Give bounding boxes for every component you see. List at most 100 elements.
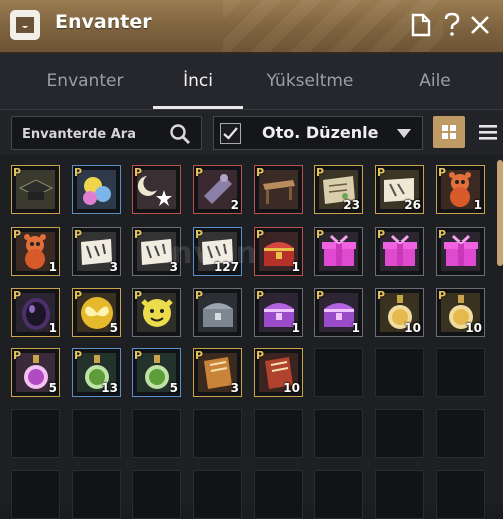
toolbar: Oto. Düzenle <box>0 110 503 155</box>
search-icon[interactable] <box>169 123 191 145</box>
inventory-item-butterfly-coin[interactable]: P5 <box>72 288 121 337</box>
document-icon[interactable] <box>409 12 433 38</box>
item-count: 1 <box>48 260 57 274</box>
list-view-button[interactable] <box>472 116 503 148</box>
scrollbar[interactable] <box>497 160 503 266</box>
item-count: 13 <box>101 381 118 395</box>
tab-inci[interactable]: İnci <box>153 53 243 109</box>
inventory-slot[interactable] <box>11 470 60 519</box>
inventory-item-purple-potion[interactable]: P5 <box>11 348 60 397</box>
inventory-item-coupon[interactable]: P3 <box>72 227 121 276</box>
premium-badge: P <box>13 289 22 302</box>
inventory-slot[interactable] <box>132 409 181 458</box>
item-count: 23 <box>343 198 360 212</box>
help-icon[interactable] <box>440 12 464 38</box>
item-count: 5 <box>109 321 118 335</box>
inventory-item-bear-figure[interactable]: P1 <box>436 165 485 214</box>
inventory-slot[interactable] <box>254 470 303 519</box>
inventory-item-black-egg[interactable]: P1 <box>11 288 60 337</box>
inventory-item-pink-gift[interactable]: P <box>375 227 424 276</box>
premium-badge: P <box>13 228 22 241</box>
item-count: 5 <box>48 381 57 395</box>
inventory-slot[interactable] <box>72 470 121 519</box>
tab-envanter[interactable]: Envanter <box>35 53 135 109</box>
inventory-slot[interactable] <box>375 409 424 458</box>
search-input[interactable] <box>20 117 164 151</box>
premium-badge: P <box>74 349 83 362</box>
watermark: inven <box>160 235 258 271</box>
inventory-slot[interactable] <box>132 470 181 519</box>
inventory-slot[interactable] <box>193 409 242 458</box>
item-count: 10 <box>404 321 421 335</box>
premium-badge: P <box>74 228 83 241</box>
inventory-slot[interactable] <box>314 470 363 519</box>
inventory-slot[interactable] <box>254 409 303 458</box>
premium-badge: P <box>134 289 143 302</box>
item-count: 2 <box>230 198 239 212</box>
inventory-slot[interactable] <box>436 470 485 519</box>
inventory-item-yellow-face[interactable]: P <box>132 288 181 337</box>
inventory-slot[interactable] <box>436 348 485 397</box>
inventory-item-scroll-map[interactable]: P 23 <box>314 165 363 214</box>
auto-sort-checkbox[interactable] <box>220 123 241 144</box>
premium-badge: P <box>377 289 386 302</box>
inventory-item-green-potion[interactable]: P 13 <box>72 348 121 397</box>
inventory-item-purple-chest[interactable]: P1 <box>314 288 363 337</box>
premium-badge: P <box>195 166 204 179</box>
inventory-item-gold-potion[interactable]: P 10 <box>436 288 485 337</box>
premium-badge: P <box>316 166 325 179</box>
inventory-item-bear-figure[interactable]: P1 <box>11 227 60 276</box>
inventory-slot[interactable] <box>314 348 363 397</box>
search-box <box>11 116 202 151</box>
inventory-slot[interactable] <box>375 348 424 397</box>
premium-badge: P <box>134 228 143 241</box>
item-count: 3 <box>230 381 239 395</box>
inventory-item-book-red[interactable]: P 10 <box>254 348 303 397</box>
tab-yukseltme[interactable]: Yükseltme <box>255 53 365 109</box>
inventory-slot[interactable] <box>436 409 485 458</box>
inventory-item-book[interactable]: P3 <box>193 348 242 397</box>
inventory-item-purple-chest[interactable]: P1 <box>254 288 303 337</box>
inventory-item-gold-potion[interactable]: P 10 <box>375 288 424 337</box>
item-count: 10 <box>283 381 300 395</box>
sort-select[interactable]: Oto. Düzenle <box>213 116 423 150</box>
inventory-item-green-potion[interactable]: P5 <box>132 348 181 397</box>
premium-badge: P <box>438 289 447 302</box>
checkmark-icon <box>223 127 238 140</box>
item-count: 1 <box>291 321 300 335</box>
inventory-slot[interactable] <box>314 409 363 458</box>
item-count: 1 <box>48 321 57 335</box>
item-count: 10 <box>465 321 482 335</box>
inventory-item-mortarboard-box[interactable]: P <box>11 165 60 214</box>
inventory-slot[interactable] <box>193 470 242 519</box>
list-view-icon <box>479 125 497 140</box>
inventory-item-wooden-table[interactable]: P <box>254 165 303 214</box>
premium-badge: P <box>74 166 83 179</box>
chevron-down-icon <box>397 129 411 138</box>
tab-aile[interactable]: Aile <box>400 53 470 109</box>
inventory-grid: P P P P 2 P P 23 P 26 P 1 P 1 P 3 P 3 P 127 P 1 P P P P 1 P 5 P P P 1 P 1 P… <box>0 155 503 519</box>
inventory-item-pink-gift[interactable]: P <box>436 227 485 276</box>
item-count: 26 <box>404 198 421 212</box>
grid-view-button[interactable] <box>433 116 465 148</box>
premium-badge: P <box>134 349 143 362</box>
close-icon[interactable] <box>468 12 492 38</box>
inventory-item-ticket[interactable]: P 26 <box>375 165 424 214</box>
inventory-slot[interactable] <box>72 409 121 458</box>
window-title: Envanter <box>55 11 152 33</box>
sort-select-label: Oto. Düzenle <box>262 123 379 142</box>
inventory-item-silver-chest[interactable]: P <box>193 288 242 337</box>
premium-badge: P <box>13 166 22 179</box>
active-tab-indicator <box>153 106 243 109</box>
inventory-item-moon-star[interactable]: P <box>132 165 181 214</box>
inventory-item-chick-egg[interactable]: P <box>72 165 121 214</box>
inventory-slot[interactable] <box>11 409 60 458</box>
premium-badge: P <box>74 289 83 302</box>
inventory-slot[interactable] <box>375 470 424 519</box>
premium-badge: P <box>256 349 265 362</box>
inventory-item-scroll[interactable]: P2 <box>193 165 242 214</box>
premium-badge: P <box>195 289 204 302</box>
premium-badge: P <box>134 166 143 179</box>
premium-badge: P <box>316 289 325 302</box>
tab-bar: Envanter İnci Yükseltme Aile <box>0 53 503 110</box>
